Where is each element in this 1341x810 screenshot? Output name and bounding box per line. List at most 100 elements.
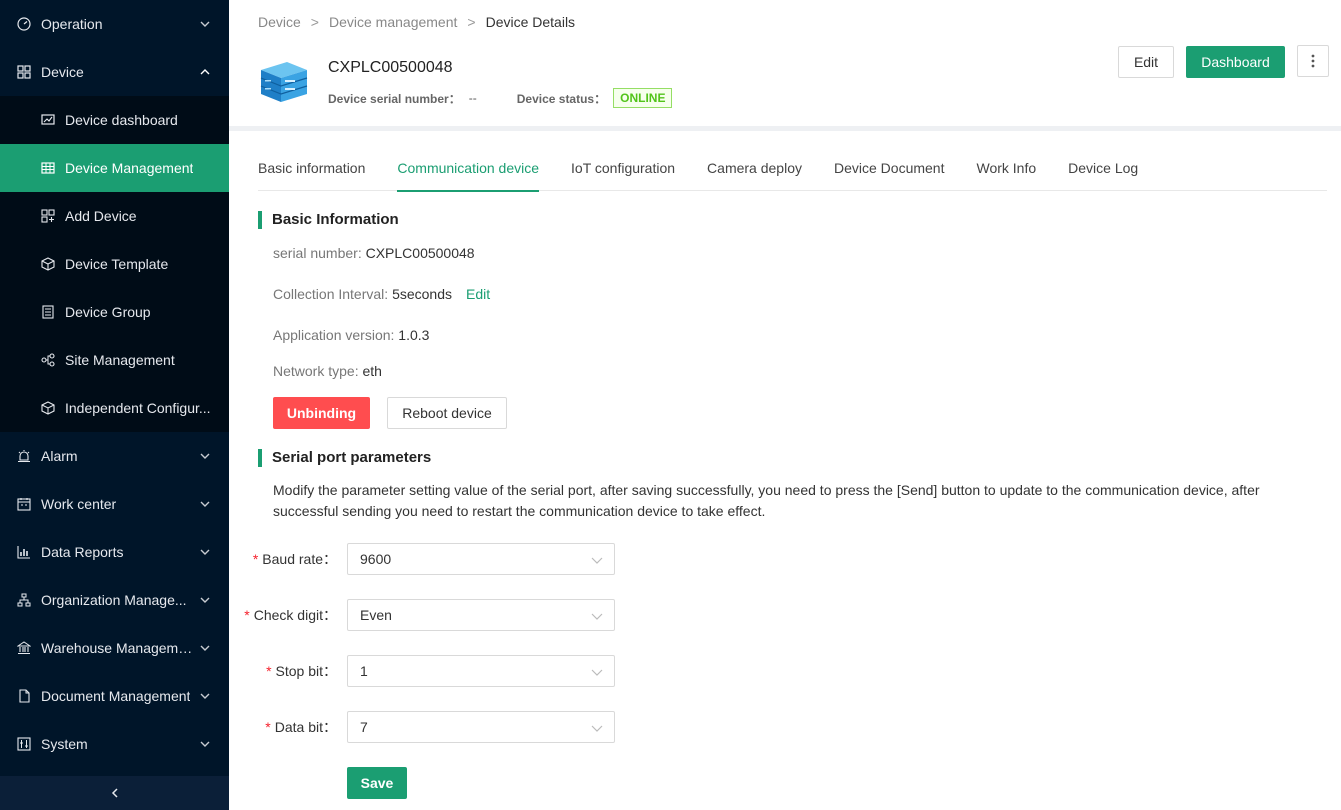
chevron-down-icon	[200, 549, 210, 555]
header-divider	[229, 126, 1341, 131]
required-mark: *	[244, 607, 250, 623]
chevron-down-icon	[591, 613, 603, 620]
sidebar-item-work-center[interactable]: Work center	[0, 480, 229, 528]
breadcrumb-device-management[interactable]: Device management	[329, 14, 457, 30]
org-tree-icon	[17, 593, 31, 607]
network-type-row: Network type: eth	[273, 363, 382, 379]
sidebar: Operation Device Device dashboard Device…	[0, 0, 229, 810]
sidebar-item-site-management[interactable]: Site Management	[0, 336, 229, 384]
application-version-value: 1.0.3	[398, 327, 430, 343]
tab-communication-device[interactable]: Communication device	[397, 148, 539, 192]
basic-information-title: Basic Information	[258, 211, 399, 229]
data-bit-select[interactable]: 7	[347, 711, 615, 743]
network-type-label: Network type:	[273, 363, 363, 379]
sidebar-item-label: Data Reports	[41, 544, 124, 560]
stop-bit-value: 1	[360, 663, 368, 679]
save-button[interactable]: Save	[347, 767, 407, 799]
sidebar-item-independent-configuration[interactable]: Independent Configur...	[0, 384, 229, 432]
chevron-down-icon	[200, 597, 210, 603]
grid-apps-icon	[17, 65, 31, 79]
application-version-label: Application version:	[273, 327, 399, 343]
tab-device-log[interactable]: Device Log	[1068, 148, 1138, 191]
sidebar-item-label: Device dashboard	[65, 112, 178, 128]
stop-bit-select[interactable]: 1	[347, 655, 615, 687]
sidebar-item-device-template[interactable]: Device Template	[0, 240, 229, 288]
device-status-label: Device status：	[516, 91, 607, 106]
sidebar-item-device-dashboard[interactable]: Device dashboard	[0, 96, 229, 144]
breadcrumb-separator: >	[310, 14, 319, 30]
sidebar-item-organization-management[interactable]: Organization Manage...	[0, 576, 229, 624]
sidebar-item-system[interactable]: System	[0, 720, 229, 768]
chevron-down-icon	[200, 693, 210, 699]
data-bit-value: 7	[360, 719, 368, 735]
calendar-icon	[17, 497, 31, 511]
sidebar-item-label: Add Device	[65, 208, 137, 224]
sidebar-item-data-reports[interactable]: Data Reports	[0, 528, 229, 576]
device-serial-label: Device serial number：	[328, 91, 461, 106]
check-digit-row: * Check digit： Even	[229, 599, 929, 631]
data-bit-label: * Data bit：	[265, 711, 337, 743]
tab-work-info[interactable]: Work Info	[976, 148, 1036, 191]
tab-bar: Basic information Communication device I…	[258, 148, 1327, 192]
sidebar-item-alarm[interactable]: Alarm	[0, 432, 229, 480]
sidebar-item-label: Device Management	[65, 160, 194, 176]
reboot-device-button[interactable]: Reboot device	[387, 397, 507, 429]
edit-button[interactable]: Edit	[1118, 46, 1174, 78]
chevron-down-icon	[200, 645, 210, 651]
sidebar-item-device[interactable]: Device	[0, 48, 229, 96]
sidebar-item-label: Device Group	[65, 304, 151, 320]
breadcrumb-separator: >	[467, 14, 476, 30]
tab-iot-configuration[interactable]: IoT configuration	[571, 148, 675, 191]
sidebar-item-label: Device	[41, 64, 84, 80]
breadcrumb-current: Device Details	[485, 14, 576, 30]
file-icon	[17, 689, 31, 703]
serial-number-row: serial number: CXPLC00500048	[273, 245, 475, 261]
settings-sliders-icon	[17, 737, 31, 751]
device-serial-value: --	[468, 91, 477, 105]
dashboard-button[interactable]: Dashboard	[1186, 46, 1285, 78]
more-options-button[interactable]	[1297, 45, 1329, 77]
tab-device-document[interactable]: Device Document	[834, 148, 945, 191]
main-content: Device > Device management > Device Deta…	[229, 0, 1341, 810]
sidebar-item-document-management[interactable]: Document Management	[0, 672, 229, 720]
chevron-down-icon	[591, 669, 603, 676]
application-version-row: Application version: 1.0.3	[273, 327, 429, 343]
breadcrumb-device[interactable]: Device	[258, 14, 301, 30]
more-vertical-icon	[1311, 54, 1315, 68]
sidebar-collapse-button[interactable]	[0, 776, 229, 810]
monitor-chart-icon	[41, 113, 55, 127]
chevron-down-icon	[200, 741, 210, 747]
unbinding-button[interactable]: Unbinding	[273, 397, 370, 429]
edit-interval-link[interactable]: Edit	[466, 286, 490, 302]
sidebar-item-operation[interactable]: Operation	[0, 0, 229, 48]
chevron-up-icon	[200, 69, 210, 75]
add-grid-icon	[41, 209, 55, 223]
baud-rate-value: 9600	[360, 551, 392, 567]
tab-basic-information[interactable]: Basic information	[258, 148, 365, 191]
required-mark: *	[266, 663, 272, 679]
sidebar-item-label: System	[41, 736, 88, 752]
chevron-down-icon	[200, 501, 210, 507]
device-name: CXPLC00500048	[328, 59, 453, 76]
sidebar-item-label: Site Management	[65, 352, 175, 368]
sidebar-item-device-group[interactable]: Device Group	[0, 288, 229, 336]
tab-camera-deploy[interactable]: Camera deploy	[707, 148, 802, 191]
stop-bit-label-text: Stop bit：	[275, 663, 337, 679]
page-header: Device > Device management > Device Deta…	[229, 0, 1341, 126]
sidebar-item-device-management[interactable]: Device Management	[0, 144, 229, 192]
check-digit-select[interactable]: Even	[347, 599, 615, 631]
status-badge: ONLINE	[613, 88, 673, 108]
baud-rate-select[interactable]: 9600	[347, 543, 615, 575]
chevron-down-icon	[200, 21, 210, 27]
sidebar-item-label: Alarm	[41, 448, 78, 464]
required-mark: *	[265, 719, 271, 735]
sidebar-item-label: Warehouse Manageme...	[41, 640, 193, 656]
bank-icon	[17, 641, 31, 655]
data-bit-row: * Data bit： 7	[229, 711, 929, 743]
sidebar-item-label: Organization Manage...	[41, 592, 187, 608]
network-type-value: eth	[362, 363, 382, 379]
check-digit-label: * Check digit：	[244, 599, 337, 631]
sidebar-item-label: Independent Configur...	[65, 400, 211, 416]
sidebar-item-warehouse-management[interactable]: Warehouse Manageme...	[0, 624, 229, 672]
sidebar-item-add-device[interactable]: Add Device	[0, 192, 229, 240]
